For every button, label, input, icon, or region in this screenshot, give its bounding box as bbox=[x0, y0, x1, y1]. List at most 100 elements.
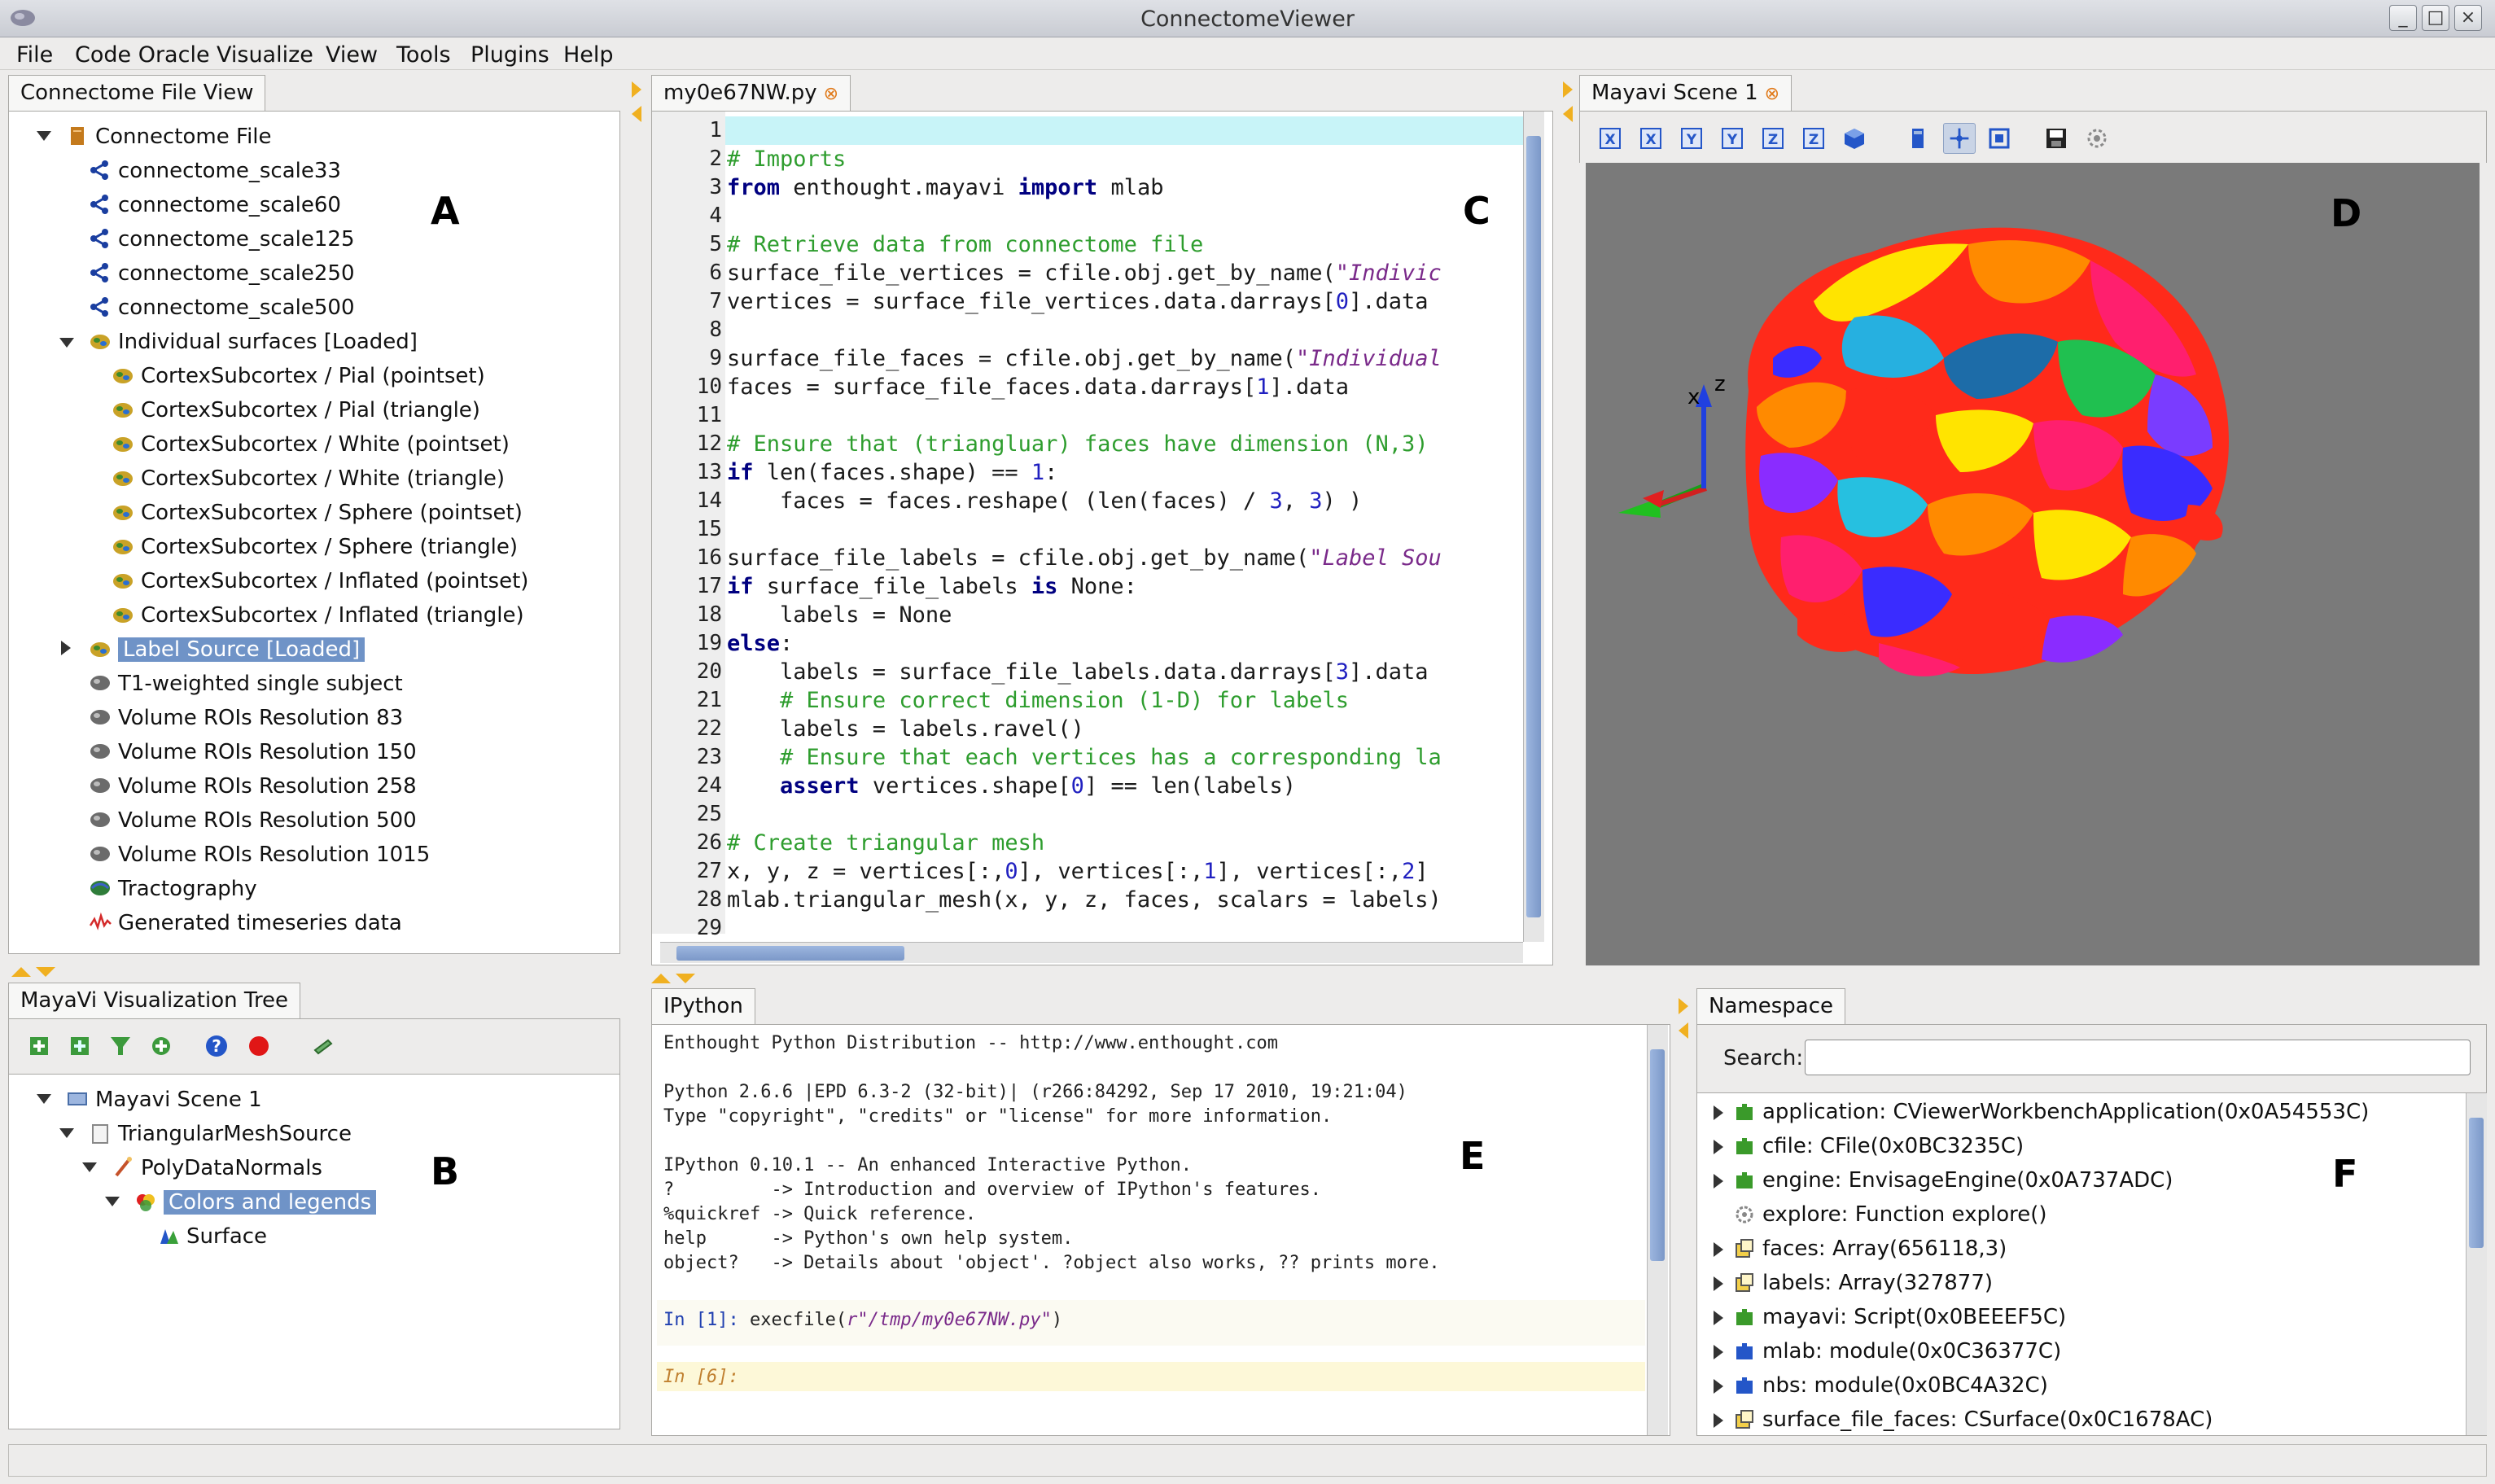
tree-item-network[interactable]: connectome_scale33 bbox=[89, 154, 341, 188]
refresh-icon[interactable] bbox=[310, 1034, 335, 1058]
tree-item-volume[interactable]: Volume ROIs Resolution 83 bbox=[89, 701, 403, 735]
tab-script-file[interactable]: my0e67NW.py ⊗ bbox=[651, 75, 851, 111]
scene-3d-view[interactable]: x z D bbox=[1586, 163, 2480, 965]
tree-item-volume[interactable]: Volume ROIs Resolution 150 bbox=[89, 735, 417, 769]
tree-item-surface[interactable]: CortexSubcortex / Pial (pointset) bbox=[112, 359, 485, 393]
namespace-item[interactable]: application: CViewerWorkbenchApplication… bbox=[1714, 1095, 2369, 1129]
namespace-item[interactable]: mayavi: Script(0x0BEEEF5C) bbox=[1714, 1300, 2066, 1334]
tree-item-label-source[interactable]: Label Source [Loaded] bbox=[89, 633, 365, 667]
namespace-item[interactable]: engine: EnvisageEngine(0x0A737ADC) bbox=[1714, 1163, 2173, 1197]
stop-icon[interactable] bbox=[247, 1034, 271, 1058]
splitter-handle-icon[interactable] bbox=[651, 972, 700, 985]
maximize-button[interactable]: □ bbox=[2422, 5, 2449, 31]
tree-item-timeseries[interactable]: Generated timeseries data bbox=[89, 906, 402, 940]
view-minus-y-icon[interactable]: Y bbox=[1679, 126, 1704, 151]
splitter-handle-icon[interactable] bbox=[1677, 995, 1692, 1044]
console-current-input[interactable]: In [6]: bbox=[657, 1362, 1645, 1391]
namespace-item[interactable]: surface_file_faces: CSurface(0x0C1678AC) bbox=[1714, 1403, 2213, 1435]
menu-help[interactable]: Help bbox=[563, 42, 614, 68]
collapse-arrow-icon[interactable] bbox=[37, 1094, 51, 1104]
tree-item-network[interactable]: connectome_scale250 bbox=[89, 256, 355, 291]
collapse-arrow-icon[interactable] bbox=[105, 1197, 120, 1206]
tab-connectome-file-view[interactable]: Connectome File View bbox=[8, 75, 266, 111]
collapse-arrow-icon[interactable] bbox=[82, 1162, 97, 1172]
expand-arrow-icon[interactable] bbox=[1714, 1276, 1723, 1291]
editor-horizontal-scrollbar[interactable] bbox=[660, 942, 1523, 963]
code-text-area[interactable]: # Imports from enthought.mayavi import ml… bbox=[727, 116, 1523, 939]
namespace-item[interactable]: explore: Function explore() bbox=[1714, 1197, 2047, 1232]
collapse-arrow-icon[interactable] bbox=[59, 338, 74, 348]
menu-tools[interactable]: Tools bbox=[396, 42, 451, 68]
menu-file[interactable]: File bbox=[16, 42, 53, 68]
expand-arrow-icon[interactable] bbox=[61, 641, 71, 655]
tree-item-module[interactable]: Surface bbox=[157, 1219, 267, 1254]
close-tab-icon[interactable]: ⊗ bbox=[1765, 84, 1779, 104]
tree-item-network[interactable]: connectome_scale60 bbox=[89, 188, 341, 222]
expand-arrow-icon[interactable] bbox=[1714, 1140, 1723, 1154]
namespace-item[interactable]: labels: Array(327877) bbox=[1714, 1266, 1993, 1300]
close-tab-icon[interactable]: ⊗ bbox=[824, 84, 838, 104]
expand-arrow-icon[interactable] bbox=[1714, 1311, 1723, 1325]
full-screen-icon[interactable] bbox=[1987, 126, 2011, 151]
splitter-handle-icon[interactable] bbox=[11, 965, 60, 978]
menu-code-oracle[interactable]: Code Oracle bbox=[75, 42, 210, 68]
add-source-icon[interactable] bbox=[68, 1034, 92, 1058]
tab-ipython[interactable]: IPython bbox=[651, 988, 755, 1024]
tree-item-surface[interactable]: CortexSubcortex / Sphere (triangle) bbox=[112, 530, 518, 564]
tab-mayavi-visualization-tree[interactable]: MayaVi Visualization Tree bbox=[8, 983, 301, 1018]
tree-item-network[interactable]: connectome_scale125 bbox=[89, 222, 355, 256]
collapse-arrow-icon[interactable] bbox=[37, 131, 51, 141]
tree-item-colors-legends[interactable]: Colors and legends bbox=[134, 1185, 377, 1219]
menu-plugins[interactable]: Plugins bbox=[471, 42, 549, 68]
collapse-arrow-icon[interactable] bbox=[59, 1128, 74, 1138]
tree-item-network[interactable]: connectome_scale500 bbox=[89, 291, 355, 325]
ipython-console[interactable]: Enthought Python Distribution -- http://… bbox=[651, 1024, 1670, 1436]
add-module-icon[interactable] bbox=[149, 1034, 173, 1058]
menu-view[interactable]: View bbox=[326, 42, 378, 68]
tree-item-surfaces[interactable]: Individual surfaces [Loaded] bbox=[89, 325, 418, 359]
tree-item-volume[interactable]: Volume ROIs Resolution 1015 bbox=[89, 838, 430, 872]
namespace-item[interactable]: cfile: CFile(0x0BC3235C) bbox=[1714, 1129, 2024, 1163]
axes-toggle-icon[interactable] bbox=[1943, 123, 1976, 154]
expand-arrow-icon[interactable] bbox=[1714, 1379, 1723, 1394]
namespace-item[interactable]: mlab: module(0x0C36377C) bbox=[1714, 1334, 2061, 1368]
tree-item-surface[interactable]: CortexSubcortex / Inflated (pointset) bbox=[112, 564, 528, 598]
namespace-item[interactable]: faces: Array(656118,3) bbox=[1714, 1232, 2007, 1266]
isometric-view-icon[interactable] bbox=[1842, 126, 1867, 151]
brain-render[interactable]: x z bbox=[1586, 163, 2480, 965]
tree-item-filter[interactable]: PolyDataNormals bbox=[112, 1151, 322, 1185]
view-plus-x-icon[interactable]: X bbox=[1639, 126, 1663, 151]
console-vertical-scrollbar[interactable] bbox=[1647, 1025, 1668, 1435]
tree-item-surface[interactable]: CortexSubcortex / Pial (triangle) bbox=[112, 393, 480, 427]
view-minus-x-icon[interactable]: X bbox=[1598, 126, 1622, 151]
parallel-projection-icon[interactable] bbox=[1906, 126, 1930, 151]
scroll-thumb[interactable] bbox=[676, 946, 904, 961]
splitter-handle-icon[interactable] bbox=[630, 78, 645, 127]
tree-item-connectome-file[interactable]: Connectome File bbox=[66, 120, 272, 154]
tree-item-scene[interactable]: Mayavi Scene 1 bbox=[66, 1083, 262, 1117]
tab-mayavi-scene[interactable]: Mayavi Scene 1 ⊗ bbox=[1579, 75, 1792, 111]
scroll-thumb[interactable] bbox=[1526, 136, 1541, 917]
splitter-handle-icon[interactable] bbox=[1561, 78, 1576, 127]
namespace-vertical-scrollbar[interactable] bbox=[2466, 1093, 2487, 1435]
search-input[interactable] bbox=[1805, 1040, 2471, 1075]
tree-item-volume[interactable]: Volume ROIs Resolution 258 bbox=[89, 769, 417, 803]
minimize-button[interactable]: _ bbox=[2389, 5, 2417, 31]
expand-arrow-icon[interactable] bbox=[1714, 1413, 1723, 1428]
configure-icon[interactable] bbox=[2085, 126, 2109, 151]
tree-item-volume[interactable]: T1-weighted single subject bbox=[89, 667, 403, 701]
expand-arrow-icon[interactable] bbox=[1714, 1174, 1723, 1189]
tree-item-surface[interactable]: CortexSubcortex / White (pointset) bbox=[112, 427, 510, 462]
view-plus-y-icon[interactable]: Y bbox=[1720, 126, 1744, 151]
tree-item-tractography[interactable]: Tractography bbox=[89, 872, 257, 906]
add-filter-icon[interactable] bbox=[108, 1034, 133, 1058]
menu-visualize[interactable]: Visualize bbox=[217, 42, 313, 68]
tab-namespace[interactable]: Namespace bbox=[1696, 988, 1845, 1024]
editor-vertical-scrollbar[interactable] bbox=[1523, 112, 1544, 942]
tree-item-surface[interactable]: CortexSubcortex / Inflated (triangle) bbox=[112, 598, 524, 633]
scroll-thumb[interactable] bbox=[2469, 1118, 2484, 1248]
help-icon[interactable]: ? bbox=[204, 1034, 229, 1058]
tree-item-source[interactable]: TriangularMeshSource bbox=[89, 1117, 352, 1151]
expand-arrow-icon[interactable] bbox=[1714, 1242, 1723, 1257]
close-button[interactable]: × bbox=[2454, 5, 2482, 31]
